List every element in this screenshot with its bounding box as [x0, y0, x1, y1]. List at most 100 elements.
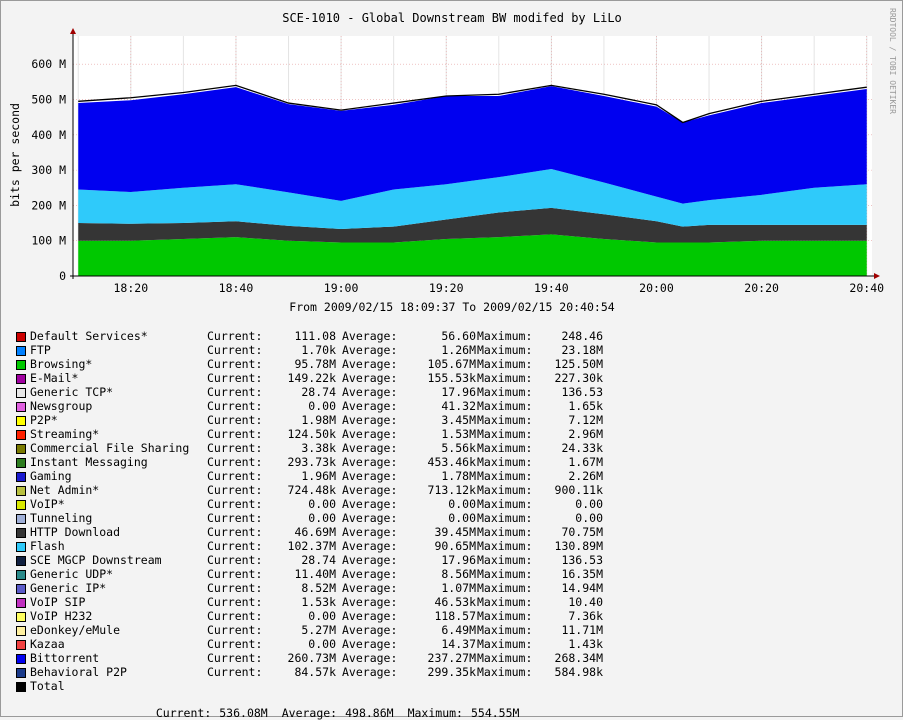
totals-average-value: 498.86M — [345, 706, 394, 720]
legend-swatch — [16, 640, 26, 650]
legend-maximum-label: Maximum: — [477, 329, 533, 343]
legend-maximum-label: Maximum: — [477, 427, 533, 441]
legend-swatch — [16, 402, 26, 412]
legend-row: Generic TCP* Current: 28.74 Average: 17.96 Ma… — [16, 385, 886, 399]
legend-maximum-value: 1.43k — [568, 637, 603, 651]
legend-maximum-value: 136.53 — [561, 553, 603, 567]
legend-average-label: Average: — [342, 525, 398, 539]
legend-maximum-label: Maximum: — [477, 413, 533, 427]
legend-name: SCE MGCP Downstream — [30, 553, 162, 567]
legend-average-value: 1.26M — [441, 343, 476, 357]
legend-maximum-value: 70.75M — [561, 525, 603, 539]
y-tick-label: 100 M — [31, 234, 66, 248]
legend-name: FTP — [30, 343, 51, 357]
legend-row: Newsgroup Current: 0.00 Average: 41.32 Maximu… — [16, 399, 886, 413]
legend-average-label: Average: — [342, 595, 398, 609]
legend-current-label: Current: — [207, 609, 263, 623]
legend-name: Generic TCP* — [30, 385, 114, 399]
legend-current-value: 111.08 — [294, 329, 336, 343]
legend-average-value: 39.45M — [434, 525, 476, 539]
legend-swatch — [16, 458, 26, 468]
legend-current-label: Current: — [207, 399, 263, 413]
legend-maximum-label: Maximum: — [477, 651, 533, 665]
legend-average-label: Average: — [342, 553, 398, 567]
legend-average-label: Average: — [342, 455, 398, 469]
legend-average-value: 46.53k — [434, 595, 476, 609]
legend-current-value: 1.98M — [301, 413, 336, 427]
legend-swatch — [16, 570, 26, 580]
legend-current-label: Current: — [207, 539, 263, 553]
legend-maximum-value: 227.30k — [554, 371, 603, 385]
y-tick-label: 200 M — [31, 198, 66, 212]
x-tick-label: 20:40 — [849, 281, 884, 295]
legend-current-label: Current: — [207, 455, 263, 469]
legend-average-value: 453.46k — [427, 455, 476, 469]
legend-current-value: 724.48k — [287, 483, 336, 497]
legend-swatch — [16, 598, 26, 608]
y-tick-label: 300 M — [31, 163, 66, 177]
legend-name: VoIP* — [30, 497, 65, 511]
legend-current-label: Current: — [207, 581, 263, 595]
legend-maximum-value: 14.94M — [561, 581, 603, 595]
legend-average-label: Average: — [342, 665, 398, 679]
y-tick-label: 600 M — [31, 57, 66, 71]
legend-maximum-value: 0.00 — [575, 497, 603, 511]
vertical-side-label: RRDTOOL / TOBI OETIKER — [888, 8, 897, 114]
legend-maximum-value: 248.46 — [561, 329, 603, 343]
legend-current-label: Current: — [207, 483, 263, 497]
legend-name: Default Services* — [30, 329, 148, 343]
totals-average-label: Average: — [281, 706, 338, 720]
legend-row: Net Admin* Current: 724.48k Average: 713.12k… — [16, 483, 886, 497]
legend-row: Streaming* Current: 124.50k Average: 1.53M Ma… — [16, 427, 886, 441]
legend-name: Instant Messaging — [30, 455, 148, 469]
legend-swatch — [16, 654, 26, 664]
legend-average-value: 1.78M — [441, 469, 476, 483]
legend-swatch — [16, 682, 26, 692]
legend-name: Browsing* — [30, 357, 93, 371]
legend-current-value: 149.22k — [287, 371, 336, 385]
legend-average-value: 0.00 — [448, 511, 476, 525]
x-tick-label: 20:00 — [639, 281, 674, 295]
legend-swatch — [16, 556, 26, 566]
legend-average-label: Average: — [342, 609, 398, 623]
legend-swatch — [16, 612, 26, 622]
legend-current-value: 0.00 — [308, 399, 336, 413]
legend-average-label: Average: — [342, 637, 398, 651]
legend-average-label: Average: — [342, 385, 398, 399]
legend-average-value: 1.07M — [441, 581, 476, 595]
legend-average-value: 105.67M — [427, 357, 476, 371]
legend-average-value: 14.37 — [441, 637, 476, 651]
legend-average-label: Average: — [342, 469, 398, 483]
legend-name: Net Admin* — [30, 483, 100, 497]
legend-current-value: 28.74 — [301, 553, 336, 567]
legend-average-label: Average: — [342, 651, 398, 665]
legend-swatch — [16, 430, 26, 440]
legend-maximum-label: Maximum: — [477, 483, 533, 497]
legend-swatch — [16, 486, 26, 496]
legend-current-value: 260.73M — [287, 651, 336, 665]
legend-swatch — [16, 444, 26, 454]
legend-row: SCE MGCP Downstream Current: 28.74 Average:… — [16, 553, 886, 567]
legend-name: Streaming* — [30, 427, 100, 441]
legend-maximum-value: 125.50M — [554, 357, 603, 371]
legend-name: Bittorrent — [30, 651, 100, 665]
legend-name: Commercial File Sharing — [30, 441, 190, 455]
legend-swatch — [16, 528, 26, 538]
legend-row: Total — [16, 679, 886, 693]
legend-swatch — [16, 332, 26, 342]
legend-maximum-value: 584.98k — [554, 665, 603, 679]
legend-maximum-label: Maximum: — [477, 665, 533, 679]
legend-maximum-label: Maximum: — [477, 469, 533, 483]
legend-maximum-label: Maximum: — [477, 371, 533, 385]
legend-maximum-label: Maximum: — [477, 553, 533, 567]
totals-current-value: 536.08M — [219, 706, 268, 720]
chart-title: SCE-1010 - Global Downstream BW modifed … — [282, 11, 622, 25]
legend-maximum-label: Maximum: — [477, 343, 533, 357]
legend-maximum-label: Maximum: — [477, 637, 533, 651]
legend-average-label: Average: — [342, 511, 398, 525]
legend-average-label: Average: — [342, 427, 398, 441]
legend-row: Flash Current: 102.37M Average: 90.65M Maximu… — [16, 539, 886, 553]
legend-maximum-label: Maximum: — [477, 525, 533, 539]
legend-current-value: 0.00 — [308, 511, 336, 525]
legend-average-label: Average: — [342, 567, 398, 581]
